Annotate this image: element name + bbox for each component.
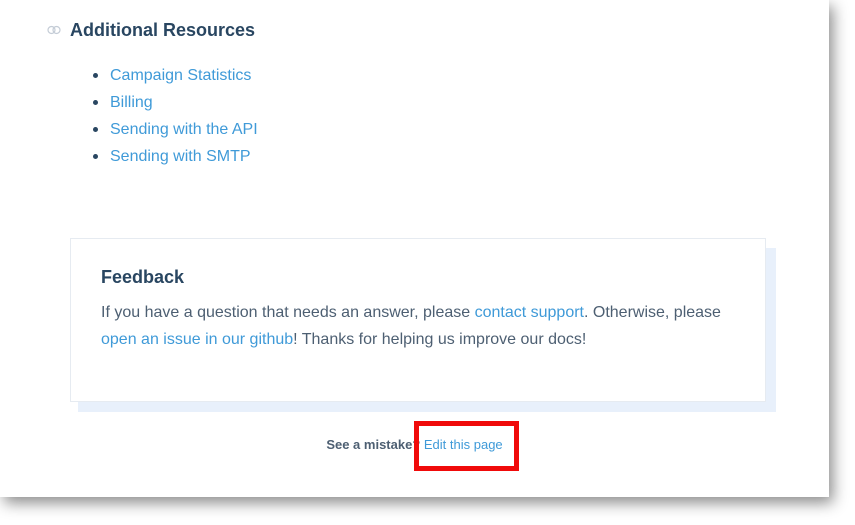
edit-this-page-link[interactable]: Edit this page: [424, 437, 503, 452]
additional-resources-header: Additional Resources: [46, 18, 255, 42]
github-issue-link[interactable]: open an issue in our github: [101, 331, 293, 348]
section-title: Additional Resources: [70, 20, 256, 40]
feedback-text-part: . Otherwise, please: [584, 304, 721, 321]
page-content: Additional Resources Campaign Statistics…: [0, 0, 829, 497]
edit-page-footer: See a mistake? Edit this page: [0, 436, 829, 454]
list-item: Sending with the API: [93, 116, 258, 143]
link-icon[interactable]: [46, 22, 62, 38]
list-item: Sending with SMTP: [93, 143, 258, 170]
feedback-text: If you have a question that needs an ans…: [101, 299, 741, 353]
contact-support-link[interactable]: contact support: [475, 304, 584, 321]
feedback-title: Feedback: [101, 267, 185, 287]
feedback-card: Feedback If you have a question that nee…: [70, 238, 766, 402]
sending-with-api-link[interactable]: Sending with the API: [110, 121, 258, 138]
mistake-label: See a mistake?: [326, 437, 421, 452]
feedback-text-part: If you have a question that needs an ans…: [101, 304, 475, 321]
list-item: Billing: [93, 89, 258, 116]
list-item: Campaign Statistics: [93, 62, 258, 89]
campaign-statistics-link[interactable]: Campaign Statistics: [110, 67, 251, 84]
sending-with-smtp-link[interactable]: Sending with SMTP: [110, 148, 251, 165]
resources-list: Campaign Statistics Billing Sending with…: [93, 62, 258, 170]
billing-link[interactable]: Billing: [110, 94, 153, 111]
feedback-text-part: ! Thanks for helping us improve our docs…: [293, 331, 587, 348]
